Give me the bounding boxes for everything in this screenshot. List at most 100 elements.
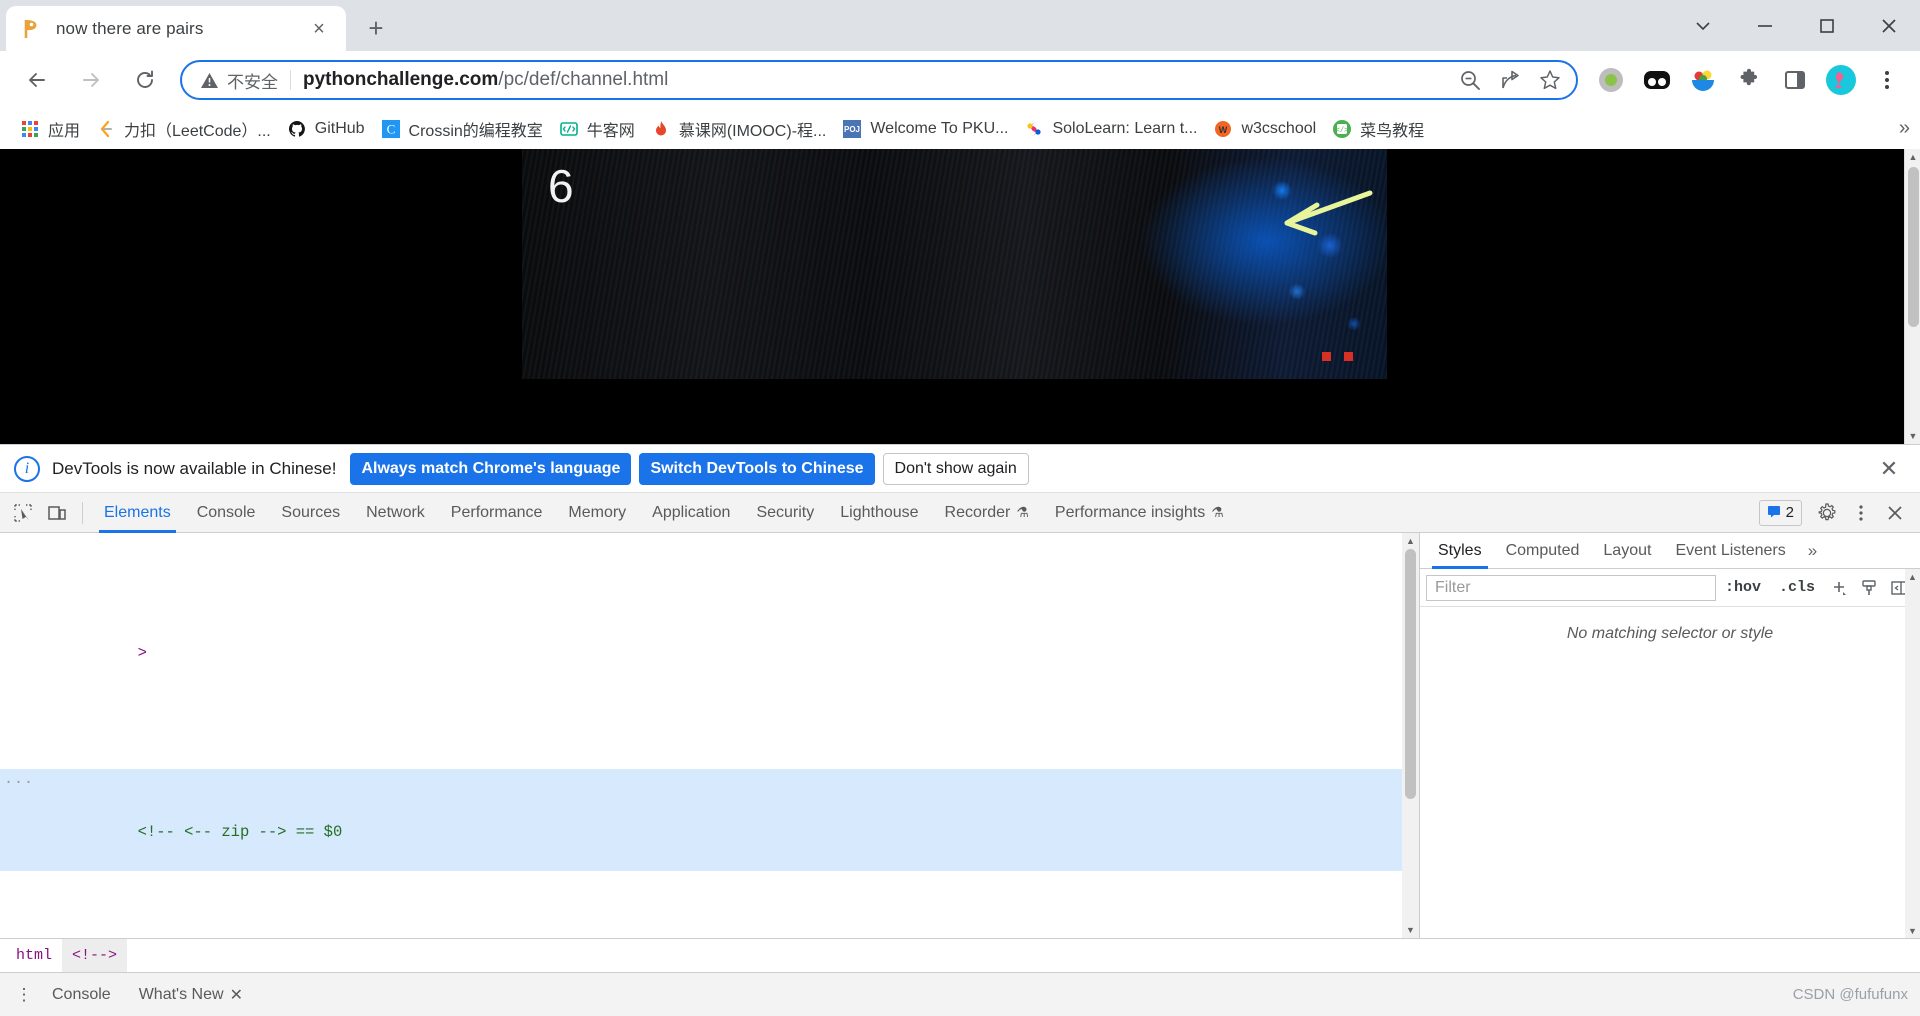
tab-performance[interactable]: Performance bbox=[438, 493, 556, 533]
bookmark-runoob[interactable]: </> 菜鸟教程 bbox=[1324, 115, 1432, 143]
message-count-badge[interactable]: 2 bbox=[1759, 500, 1802, 526]
styles-filter-input[interactable]: Filter bbox=[1426, 575, 1716, 601]
tab-event-listeners[interactable]: Event Listeners bbox=[1663, 533, 1797, 569]
tab-lighthouse[interactable]: Lighthouse bbox=[827, 493, 931, 533]
bookmark-leetcode[interactable]: 力扣（LeetCode）... bbox=[88, 115, 279, 143]
kebab-menu-icon[interactable] bbox=[1864, 57, 1910, 103]
banner-close-icon[interactable]: ✕ bbox=[1872, 452, 1906, 486]
bookmark-label: Crossin的编程教室 bbox=[409, 117, 543, 141]
tab-elements[interactable]: Elements bbox=[91, 493, 184, 533]
omnibox-actions bbox=[1450, 62, 1570, 98]
leetcode-icon bbox=[96, 119, 116, 139]
forward-button[interactable] bbox=[69, 58, 113, 102]
bookmark-github[interactable]: GitHub bbox=[279, 115, 373, 143]
tab-network[interactable]: Network bbox=[353, 493, 438, 533]
dom-line-text: > bbox=[138, 644, 147, 662]
close-window-button[interactable] bbox=[1858, 0, 1920, 51]
scrollbar-thumb[interactable] bbox=[1405, 549, 1416, 799]
puzzle-piece-icon[interactable] bbox=[1726, 57, 1772, 103]
styles-tab-bar: Styles Computed Layout Event Listeners » bbox=[1420, 533, 1920, 569]
breadcrumb-item-html[interactable]: html bbox=[6, 939, 62, 973]
address-bar[interactable]: 不安全 pythonchallenge.com/pc/def/channel.h… bbox=[180, 60, 1578, 100]
tab-styles[interactable]: Styles bbox=[1426, 533, 1494, 569]
tab-layout[interactable]: Layout bbox=[1591, 533, 1663, 569]
imooc-flame-icon bbox=[651, 119, 671, 139]
tab-recorder[interactable]: Recorder ⚗ bbox=[932, 493, 1042, 533]
browser-tab[interactable]: now there are pairs × bbox=[6, 6, 346, 51]
bookmark-label: Welcome To PKU... bbox=[870, 120, 1008, 138]
plus-icon[interactable] bbox=[1824, 575, 1854, 601]
bookmark-w3cschool[interactable]: W w3cschool bbox=[1205, 115, 1324, 143]
tab-application[interactable]: Application bbox=[639, 493, 743, 533]
side-panel-icon[interactable] bbox=[1772, 57, 1818, 103]
scroll-down-icon[interactable]: ▼ bbox=[1905, 428, 1920, 444]
bookmark-label: w3cschool bbox=[1241, 120, 1316, 138]
bookmark-imooc[interactable]: 慕课网(IMOOC)-程... bbox=[643, 115, 835, 143]
tab-memory[interactable]: Memory bbox=[555, 493, 639, 533]
hov-toggle[interactable]: :hov bbox=[1716, 579, 1770, 596]
tab-search-icon[interactable] bbox=[1672, 0, 1734, 51]
styles-tabs-overflow-icon[interactable]: » bbox=[1798, 541, 1827, 561]
tab-computed[interactable]: Computed bbox=[1494, 533, 1592, 569]
bookmark-sololearn[interactable]: SoloLearn: Learn t... bbox=[1016, 115, 1205, 143]
styles-scrollbar[interactable]: ▲ ▼ bbox=[1905, 569, 1920, 938]
tab-security[interactable]: Security bbox=[743, 493, 827, 533]
tab-sources[interactable]: Sources bbox=[268, 493, 353, 533]
styles-filter-bar: Filter :hov .cls bbox=[1420, 569, 1920, 607]
close-icon[interactable]: × bbox=[306, 16, 332, 42]
scroll-up-icon[interactable]: ▲ bbox=[1905, 149, 1920, 165]
dont-show-again-button[interactable]: Don't show again bbox=[883, 453, 1029, 485]
back-button[interactable] bbox=[15, 58, 59, 102]
scroll-down-icon[interactable]: ▼ bbox=[1402, 922, 1419, 938]
fruit-bowl-extension[interactable] bbox=[1680, 57, 1726, 103]
dom-line-selected[interactable]: ··· <!-- <-- zip --> == $0 bbox=[0, 769, 1419, 871]
drawer-tab-console[interactable]: Console bbox=[38, 973, 125, 1016]
zoom-out-icon[interactable] bbox=[1450, 62, 1490, 98]
star-icon[interactable] bbox=[1530, 62, 1570, 98]
paintbrush-icon[interactable] bbox=[1854, 575, 1884, 601]
device-toolbar-icon[interactable] bbox=[40, 496, 74, 530]
maximize-button[interactable] bbox=[1796, 0, 1858, 51]
dom-line[interactable]: > bbox=[0, 616, 1419, 693]
kebab-menu-icon[interactable]: ⋮ bbox=[10, 985, 38, 1005]
switch-devtools-to-chinese-button[interactable]: Switch DevTools to Chinese bbox=[639, 453, 874, 485]
tab-console[interactable]: Console bbox=[184, 493, 269, 533]
bookmarks-overflow-button[interactable]: » bbox=[1899, 117, 1910, 140]
bookmark-nowcoder[interactable]: 牛客网 bbox=[551, 115, 643, 143]
gear-icon[interactable] bbox=[1810, 496, 1844, 530]
gray-circle-extension[interactable] bbox=[1588, 57, 1634, 103]
bookmark-poj[interactable]: POJ Welcome To PKU... bbox=[834, 115, 1016, 143]
security-warning[interactable]: 不安全 bbox=[200, 68, 278, 93]
share-icon[interactable] bbox=[1490, 62, 1530, 98]
tab-label: Performance insights bbox=[1055, 504, 1205, 522]
scroll-up-icon[interactable]: ▲ bbox=[1402, 533, 1419, 549]
drawer-tab-whats-new[interactable]: What's New ✕ bbox=[125, 973, 257, 1016]
python-challenge-flag-icon bbox=[20, 17, 44, 41]
dom-tree-pane[interactable]: > ··· <!-- <-- zip --> == $0 ▶ > ··· </h… bbox=[0, 533, 1420, 938]
breadcrumb-item-comment[interactable]: <!--> bbox=[62, 939, 127, 973]
scroll-down-icon[interactable]: ▼ bbox=[1905, 923, 1920, 938]
kebab-menu-icon[interactable] bbox=[1844, 496, 1878, 530]
new-tab-button[interactable]: + bbox=[358, 10, 394, 46]
scrollbar-thumb[interactable] bbox=[1908, 167, 1919, 327]
close-icon[interactable]: ✕ bbox=[230, 985, 243, 1005]
bookmark-apps[interactable]: 应用 bbox=[12, 115, 88, 143]
drawer-tab-label: What's New bbox=[139, 986, 224, 1004]
styles-empty-message: No matching selector or style bbox=[1420, 607, 1920, 661]
reload-button[interactable] bbox=[123, 58, 167, 102]
dom-tree-scrollbar[interactable]: ▲ ▼ bbox=[1402, 533, 1419, 938]
profile-avatar[interactable] bbox=[1818, 57, 1864, 103]
inspect-element-icon[interactable] bbox=[6, 496, 40, 530]
close-icon[interactable] bbox=[1878, 496, 1912, 530]
tab-performance-insights[interactable]: Performance insights ⚗ bbox=[1042, 493, 1237, 533]
always-match-language-button[interactable]: Always match Chrome's language bbox=[350, 453, 631, 485]
bookmark-crossin[interactable]: C Crossin的编程教室 bbox=[373, 115, 551, 143]
scroll-up-icon[interactable]: ▲ bbox=[1905, 569, 1920, 584]
flask-icon: ⚗ bbox=[1211, 504, 1224, 521]
minimize-button[interactable] bbox=[1734, 0, 1796, 51]
cls-toggle[interactable]: .cls bbox=[1770, 579, 1824, 596]
tab-label: Styles bbox=[1438, 542, 1482, 560]
bookmark-label: 菜鸟教程 bbox=[1360, 117, 1424, 141]
page-scrollbar[interactable]: ▲ ▼ bbox=[1904, 149, 1920, 444]
black-glasses-extension[interactable] bbox=[1634, 57, 1680, 103]
